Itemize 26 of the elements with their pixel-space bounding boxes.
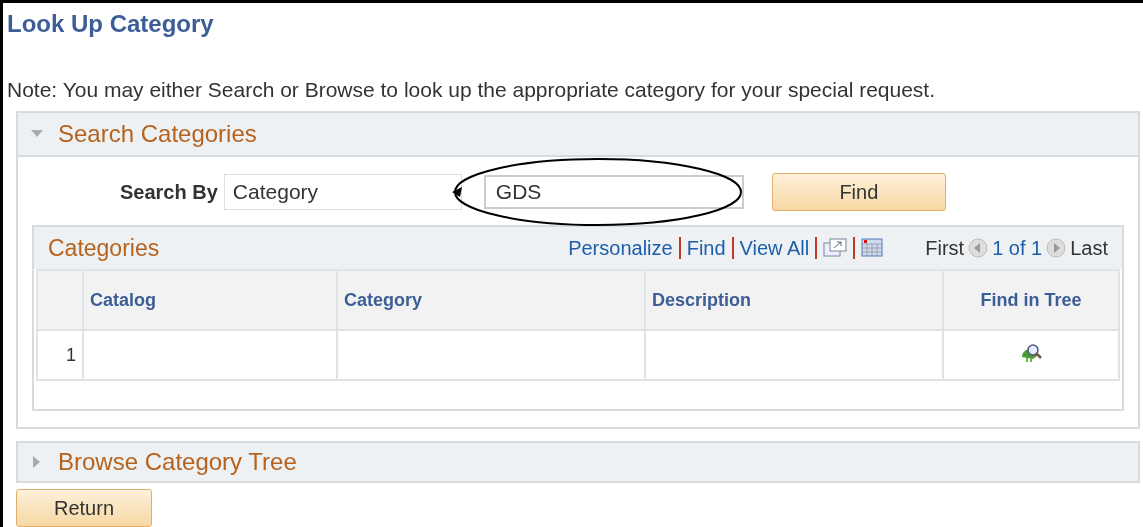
tree-search-icon[interactable] — [1020, 342, 1042, 363]
page-title: Look Up Category — [7, 9, 214, 39]
section-title[interactable]: Browse Category Tree — [58, 448, 297, 476]
find-button[interactable]: Find — [771, 173, 946, 211]
grid-link[interactable]: Find — [686, 236, 726, 260]
page-range: 1 of 1 — [992, 236, 1043, 260]
grid-link[interactable]: Personalize — [568, 236, 673, 260]
spreadsheet-icon[interactable] — [861, 238, 884, 258]
next-icon[interactable] — [1046, 238, 1067, 258]
first-label: First — [925, 236, 965, 260]
previous-icon[interactable] — [968, 238, 989, 258]
section-title[interactable]: Search Categories — [58, 120, 257, 148]
column-header: Find in Tree — [943, 270, 1119, 330]
note-text: Note: You may either Search or Browse to look up the appropriate category for your special request. — [7, 77, 936, 103]
search-field[interactable]: GDS — [483, 175, 744, 209]
new-window-icon[interactable] — [823, 238, 848, 258]
search-by-dropdown[interactable]: Category — [223, 174, 462, 210]
column-header: Catalog — [83, 270, 337, 330]
column-header: Description — [645, 270, 943, 330]
search-by-label: Search By — [120, 180, 218, 204]
row-number: 1 — [37, 330, 83, 380]
last-label: Last — [1070, 236, 1108, 260]
grid-title: Categories — [48, 234, 160, 262]
return-button[interactable]: Return — [16, 489, 152, 527]
grid-link[interactable]: View All — [739, 236, 810, 260]
column-header: Category — [337, 270, 645, 330]
